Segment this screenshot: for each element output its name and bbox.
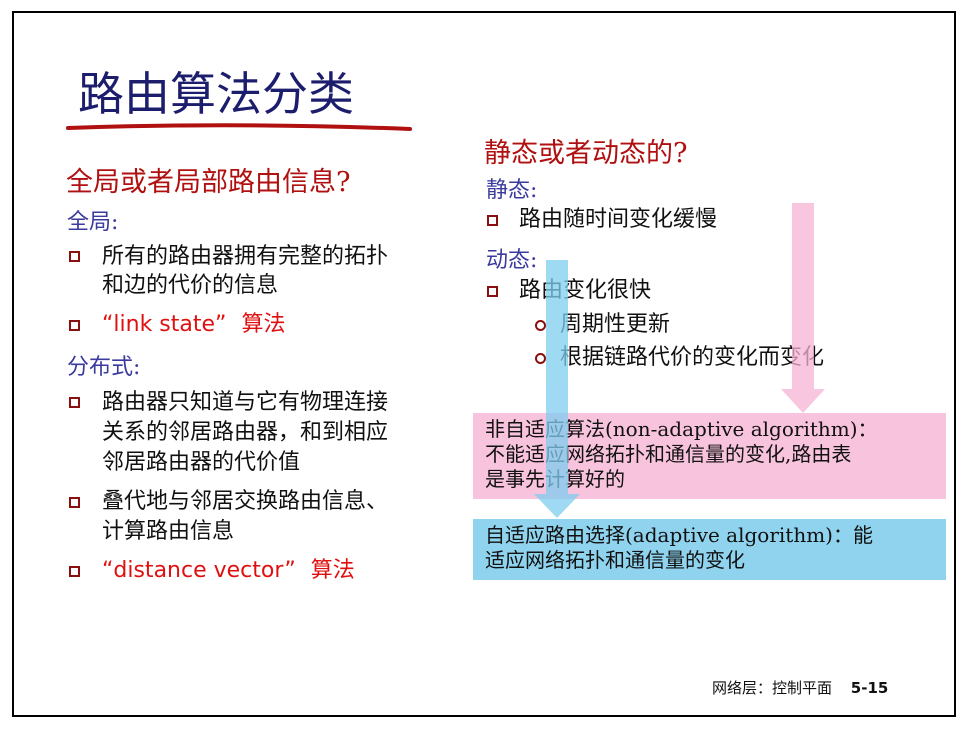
page-number: 5-15 [850,679,889,697]
footer: 网络层：控制平面 5-15 [712,677,888,698]
pink-arrow-icon [781,203,825,413]
footer-section: 网络层：控制平面 [712,679,833,697]
arrows-layer [534,203,825,518]
blue-arrow-icon [534,260,580,518]
